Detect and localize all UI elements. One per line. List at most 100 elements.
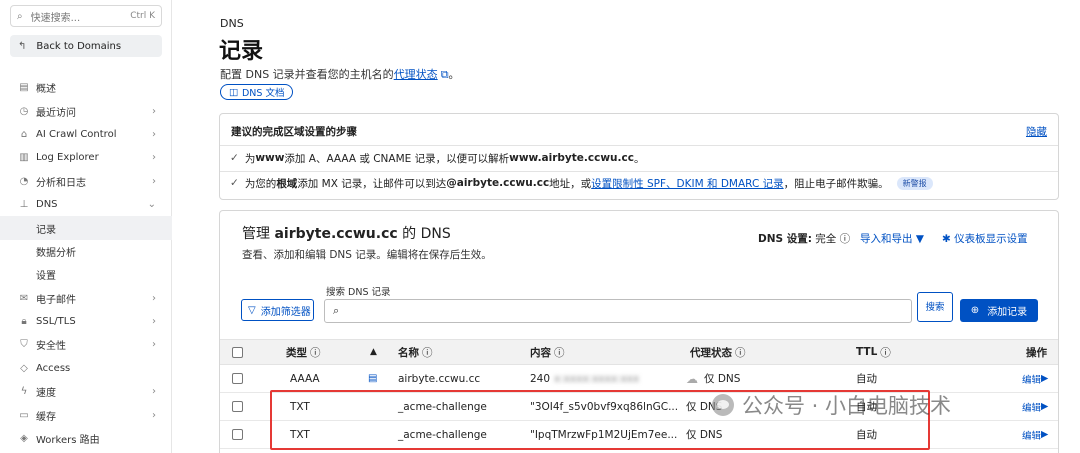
search-icon: ⌕ (17, 10, 23, 22)
sidebar-item-label: 数据分析 (36, 247, 76, 259)
shortcut-hint: Ctrl K (130, 11, 155, 21)
col-actions: 操作 (1026, 346, 1047, 359)
col-type[interactable]: 类型 ⓘ (286, 340, 321, 364)
sidebar-item-analytics[interactable]: ◔ 分析和日志 › (0, 170, 172, 193)
step-text: 添加 MX 记录，让邮件可以到达 (297, 177, 447, 190)
step-bold: 根域 (276, 177, 298, 190)
info-icon: ⓘ (880, 346, 891, 359)
gear-icon: ✱ (942, 233, 951, 245)
sidebar-item-security[interactable]: ⛉ 安全性 › (0, 333, 172, 356)
checkbox[interactable] (232, 346, 243, 358)
back-to-domains-button[interactable]: ↰ Back to Domains (10, 35, 162, 57)
sidebar-nav: ▤ 概述 ◷ 最近访问 › ⌂ AI Crawl Control › ▥ Log Explo… (0, 76, 172, 450)
shield-icon: ⛉ (20, 339, 28, 351)
add-filter-button[interactable]: ▽ 添加筛选器 (241, 299, 314, 321)
record-type: AAAA (290, 372, 320, 385)
col-name[interactable]: 名称 ⓘ (398, 340, 433, 364)
dns-setting: DNS 设置: 完全 ⓘ (758, 231, 850, 246)
edit-link[interactable]: 编辑 ▶ (1022, 365, 1048, 392)
search-dns-input[interactable]: ⌕ (324, 299, 912, 323)
step-bold: www (255, 152, 285, 164)
select-all-checkbox[interactable] (232, 340, 243, 364)
row-checkbox[interactable] (232, 393, 243, 420)
proxy-status: 仅 DNS (686, 429, 723, 441)
access-icon: ◇ (20, 362, 28, 374)
info-icon: ⓘ (422, 346, 433, 359)
new-alert-badge: 新警报 (896, 176, 933, 190)
edit-link[interactable]: 编辑 ▶ (1022, 393, 1048, 420)
manage-subtitle: 查看、添加和编辑 DNS 记录。编辑将在保存后生效。 (242, 249, 492, 261)
sidebar-item-label: SSL/TLS (36, 316, 76, 328)
sidebar-item-label: 缓存 (36, 411, 56, 423)
caret-down-icon: ▼ (915, 233, 924, 245)
check-icon: ✓ (230, 152, 239, 164)
sidebar-item-label: 最近访问 (36, 107, 76, 119)
plus-circle-icon: ⊕ (970, 305, 980, 316)
sidebar-item-workers[interactable]: ◈ Workers 路由 (0, 427, 172, 450)
import-export-label: 导入和导出 (860, 233, 913, 245)
row-checkbox[interactable] (232, 421, 243, 448)
file-icon: ▤ (19, 82, 29, 94)
search-dns-label: 搜索 DNS 记录 (326, 287, 391, 298)
row-checkbox[interactable] (232, 365, 243, 392)
info-icon[interactable]: ⓘ (840, 233, 851, 245)
mail-icon: ✉ (19, 292, 29, 304)
hide-steps-link[interactable]: 隐藏 (1026, 124, 1047, 139)
caret-right-icon: ▶ (1041, 401, 1049, 412)
proxy-status: 仅 DNS (686, 401, 723, 413)
sidebar-item-recent[interactable]: ◷ 最近访问 › (0, 99, 172, 122)
sidebar-item-dns[interactable]: ⊥ DNS ⌄ (0, 193, 172, 216)
checkbox[interactable] (232, 401, 243, 412)
record-name: airbyte.ccwu.cc (398, 372, 481, 385)
chevron-right-icon: › (152, 292, 156, 304)
col-content-label: 内容 (530, 346, 551, 359)
sidebar-item-label: 设置 (36, 271, 56, 283)
sidebar-item-dns-settings[interactable]: 设置 (0, 263, 172, 286)
import-export-dropdown[interactable]: 导入和导出 ▼ (860, 231, 924, 246)
comment-icon[interactable]: ▤ (368, 365, 377, 392)
edit-label: 编辑 (1022, 430, 1042, 442)
step-text: 添加 A、AAAA 或 CNAME 记录，以便可以解析 (284, 152, 510, 165)
sidebar-item-label: Workers 路由 (36, 435, 100, 447)
sidebar-item-label: 分析和日志 (36, 177, 86, 189)
dns-docs-link[interactable]: ◫ DNS 文档 (220, 84, 294, 100)
add-record-button[interactable]: ⊕ 添加记录 (960, 299, 1038, 322)
setup-steps-panel: 建议的完成区域设置的步骤 隐藏 ✓ 为 www 添加 A、AAAA 或 CNAM… (219, 113, 1059, 200)
sidebar-item-log-explorer[interactable]: ▥ Log Explorer › (0, 146, 172, 169)
filter-icon: ▽ (248, 304, 256, 316)
cache-icon: ▭ (19, 409, 29, 421)
record-ttl: 自动 (856, 373, 877, 385)
network-icon: ⊥ (19, 199, 29, 211)
sidebar-item-ai-crawl[interactable]: ⌂ AI Crawl Control › (0, 123, 172, 146)
record-type: TXT (290, 428, 310, 441)
sidebar-item-dns-records[interactable]: 记录 (0, 216, 172, 240)
sidebar-item-overview[interactable]: ▤ 概述 (0, 76, 172, 99)
col-content[interactable]: 内容 ⓘ (530, 340, 565, 364)
sidebar-item-ssl[interactable]: 🔒︎ SSL/TLS › (0, 310, 172, 333)
checkbox[interactable] (232, 373, 243, 384)
sidebar-item-access[interactable]: ◇ Access (0, 357, 172, 380)
sort-asc-icon[interactable]: ▲ (370, 340, 377, 364)
quick-search-input[interactable]: ⌕ 快速搜索... Ctrl K (10, 5, 162, 27)
sidebar-item-email[interactable]: ✉ 电子邮件 › (0, 287, 172, 310)
sidebar-item-label: Log Explorer (36, 152, 99, 164)
col-ttl-label: TTL (856, 346, 878, 358)
external-link-icon[interactable]: ⧉ (441, 68, 449, 81)
dns-setting-value: 完全 (815, 233, 837, 245)
search-button[interactable]: 搜索 (917, 292, 953, 322)
sidebar-item-label: 速度 (36, 388, 56, 400)
sidebar-item-dns-analytics[interactable]: 数据分析 (0, 240, 172, 263)
col-ttl[interactable]: TTL ⓘ (856, 340, 891, 364)
step-text: 为您的 (244, 177, 277, 190)
edit-link[interactable]: 编辑 ▶ (1022, 421, 1048, 448)
col-proxy[interactable]: 代理状态 ⓘ (690, 340, 746, 364)
checkbox[interactable] (232, 429, 243, 440)
dashboard-display-settings[interactable]: ✱ 仪表板显示设置 (942, 231, 1028, 246)
restrictive-spf-link[interactable]: 设置限制性 SPF、DKIM 和 DMARC 记录 (591, 176, 783, 191)
sidebar-item-speed[interactable]: ϟ 速度 › (0, 380, 172, 403)
chevron-right-icon: › (152, 105, 156, 117)
caret-right-icon: ▶ (1041, 429, 1049, 440)
sidebar-item-cache[interactable]: ▭ 缓存 › (0, 403, 172, 426)
divider (220, 145, 1058, 146)
proxy-status-link[interactable]: 代理状态 (394, 68, 438, 81)
